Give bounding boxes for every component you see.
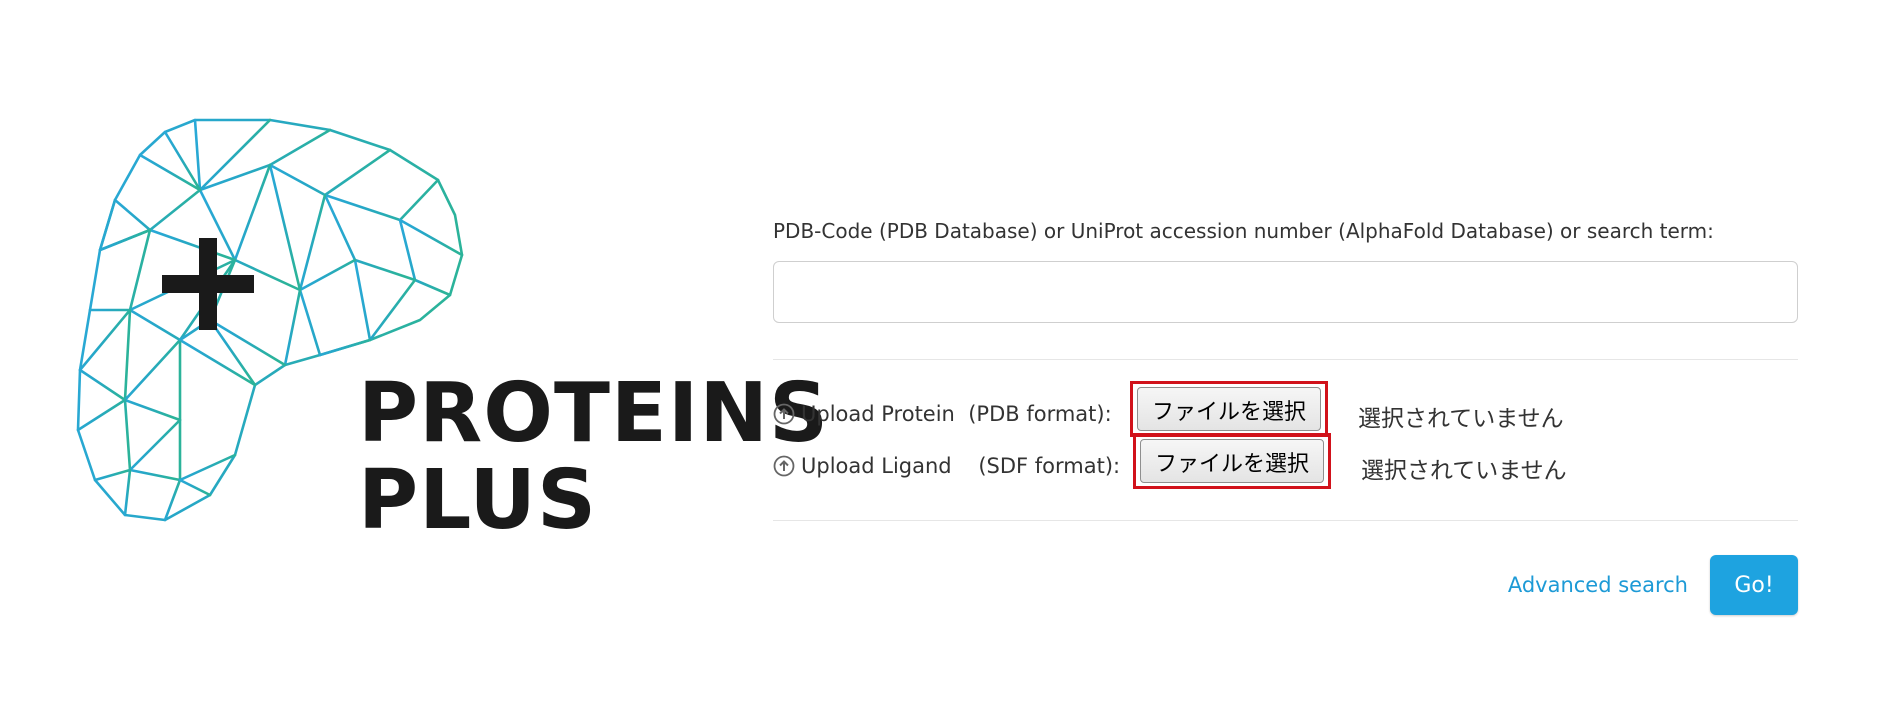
go-button[interactable]: Go! (1710, 555, 1798, 615)
upload-section: Upload Protein (PDB format): ファイルを選択 選択さ… (773, 381, 1798, 492)
advanced-search-link[interactable]: Advanced search (1508, 573, 1688, 597)
search-input[interactable] (773, 261, 1798, 323)
divider (773, 520, 1798, 521)
logo-text-line1: PROTEINS (358, 366, 830, 461)
choose-protein-file-button[interactable]: ファイルを選択 (1137, 387, 1322, 431)
protein-file-highlight: ファイルを選択 (1130, 381, 1329, 437)
search-label: PDB-Code (PDB Database) or UniProt acces… (773, 219, 1714, 243)
upload-ligand-label: Upload Ligand (SDF format): (801, 454, 1121, 478)
upload-protein-label: Upload Protein (PDB format): (801, 402, 1112, 426)
search-panel: PDB-Code (PDB Database) or UniProt acces… (773, 215, 1798, 615)
ligand-file-status: 選択されていません (1361, 458, 1567, 484)
protein-file-status: 選択されていません (1358, 406, 1564, 432)
plus-vertical-bar (199, 238, 217, 330)
page: PROTEINS PLUS PDB-Code (PDB Database) or… (0, 0, 1888, 702)
actions-bar: Advanced search Go! (773, 555, 1798, 615)
upload-circle-icon (773, 455, 795, 477)
divider (773, 359, 1798, 360)
upload-circle-icon (773, 403, 795, 425)
upload-ligand-row: Upload Ligand (SDF format): ファイルを選択 選択され… (773, 433, 1798, 492)
logo-text-line2: PLUS (358, 453, 598, 548)
proteins-plus-logo: PROTEINS PLUS (70, 110, 828, 550)
ligand-file-highlight: ファイルを選択 (1133, 433, 1332, 489)
choose-ligand-file-button[interactable]: ファイルを選択 (1140, 439, 1325, 483)
